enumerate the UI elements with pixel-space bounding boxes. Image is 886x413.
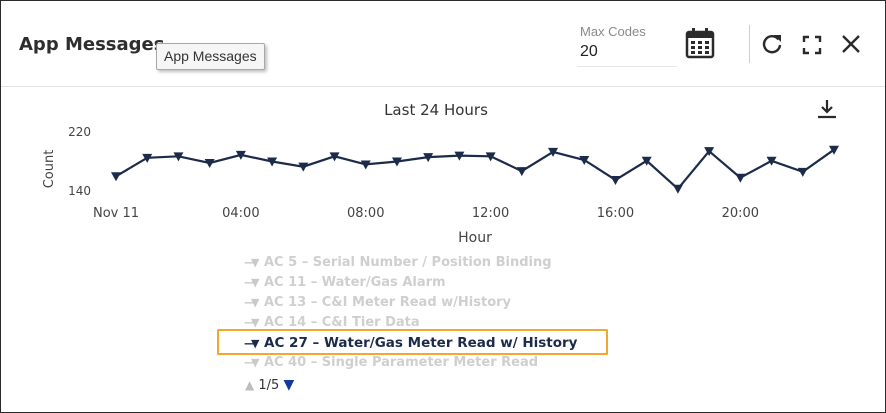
legend-marker-icon: —▼ [244, 296, 259, 309]
legend-marker-icon: —▼ [244, 316, 259, 329]
pager-up-icon[interactable]: ▲ [245, 378, 254, 392]
data-point[interactable] [204, 158, 215, 168]
x-tick-label: Nov 11 [93, 206, 139, 221]
active-series-highlight [217, 329, 608, 355]
legend-pager: ▲ 1/5 ▼ [245, 377, 294, 393]
data-point[interactable] [735, 173, 746, 183]
legend-item-label: AC 13 – C&I Meter Read w/History [264, 295, 512, 310]
pager-down-icon[interactable]: ▼ [283, 377, 294, 393]
series-line [115, 148, 835, 191]
y-axis-label: Count [42, 150, 57, 189]
y-tick-label: 140 [68, 184, 91, 198]
data-point[interactable] [579, 156, 590, 166]
data-point[interactable] [610, 175, 621, 185]
legend-item[interactable]: —▼ AC 13 – C&I Meter Read w/History [244, 295, 511, 315]
data-point[interactable] [111, 172, 121, 182]
x-tick-label: 04:00 [222, 206, 259, 221]
legend-item-label: AC 5 – Serial Number / Position Binding [264, 255, 552, 270]
legend-item[interactable]: —▼ AC 40 – Single Parameter Meter Read [244, 355, 538, 375]
data-point[interactable] [797, 167, 808, 177]
legend-item[interactable]: —▼ AC 5 – Serial Number / Position Bindin… [244, 255, 552, 275]
app-messages-panel: App Messages Max Codes 20 App Messages L… [0, 0, 886, 413]
legend-item[interactable]: —▼ AC 11 – Water/Gas Alarm [244, 275, 446, 295]
data-point[interactable] [516, 167, 527, 177]
legend-item-label: AC 40 – Single Parameter Meter Read [264, 355, 539, 370]
legend-marker-icon: —▼ [244, 256, 259, 269]
data-point[interactable] [672, 184, 683, 194]
x-tick-label: 16:00 [597, 206, 634, 221]
legend-marker-icon: —▼ [244, 356, 259, 369]
x-axis-label: Hour [458, 230, 492, 246]
legend-marker-icon: —▼ [244, 276, 259, 289]
x-tick-label: 08:00 [347, 206, 384, 221]
x-tick-label: 12:00 [472, 206, 509, 221]
legend-item-label: AC 14 – C&I Tier Data [264, 315, 420, 330]
pager-text: 1/5 [258, 378, 280, 393]
legend-item-label: AC 11 – Water/Gas Alarm [264, 275, 446, 290]
x-tick-label: 20:00 [722, 206, 759, 221]
y-tick-label: 220 [68, 125, 91, 139]
